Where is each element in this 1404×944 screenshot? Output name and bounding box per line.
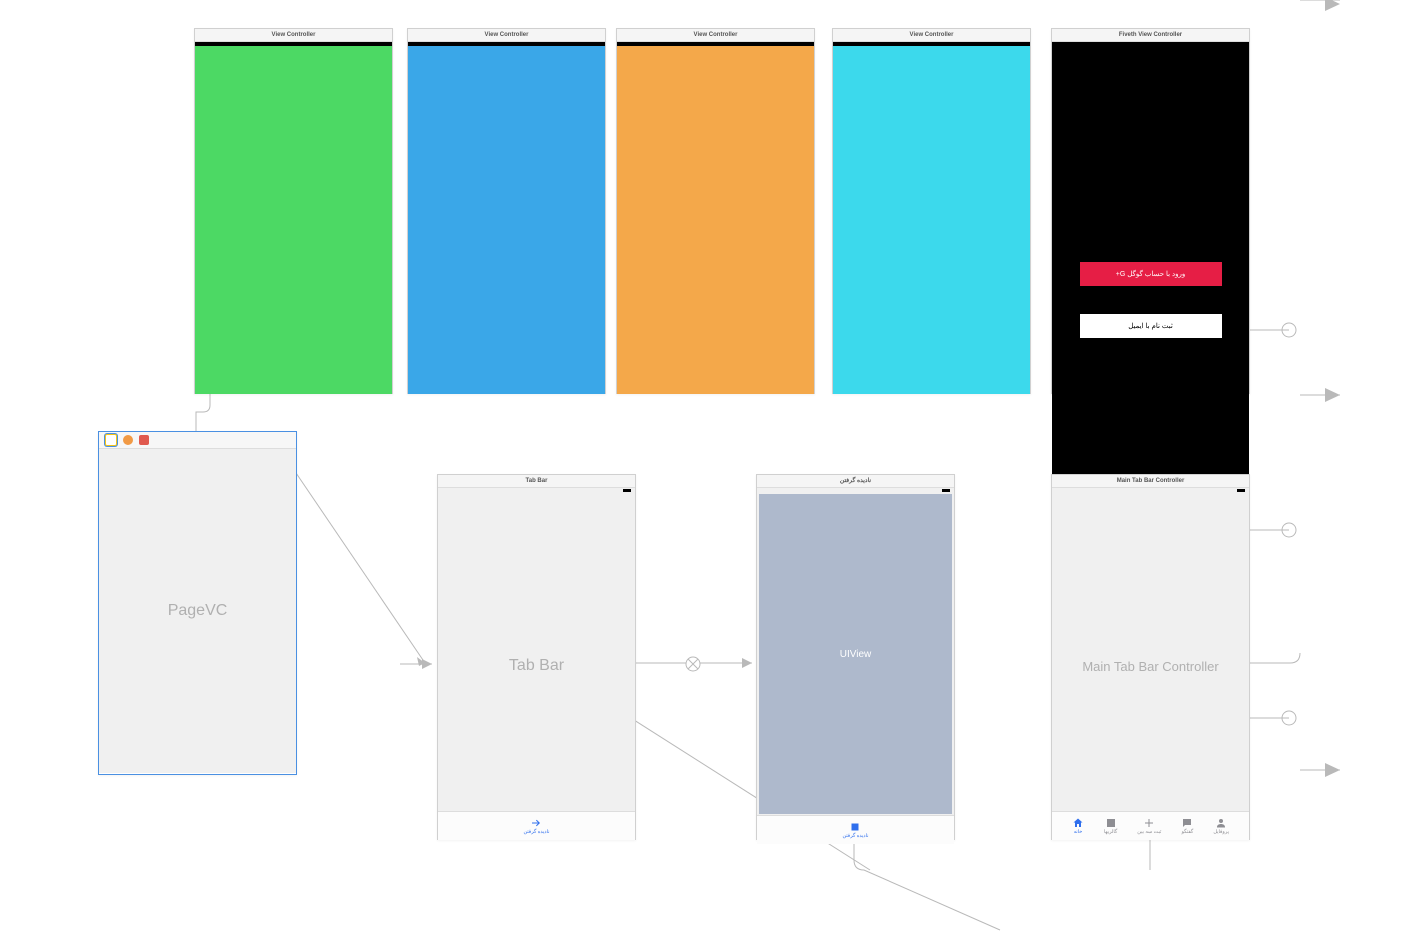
scene-title: Fiveth View Controller — [1052, 29, 1249, 42]
scene-title: View Controller — [195, 29, 392, 42]
scene-title: View Controller — [833, 29, 1030, 42]
google-login-button[interactable]: ورود با حساب گوگل G+ — [1080, 262, 1222, 286]
scene-title: Main Tab Bar Controller — [1052, 475, 1249, 488]
email-signup-button[interactable]: ثبت نام با ایمیل — [1080, 314, 1222, 338]
tab-item-label: خانه — [1074, 829, 1083, 835]
tab-item-gallery[interactable]: گالریها — [1104, 817, 1117, 835]
tab-item-label: گالریها — [1104, 829, 1117, 835]
home-icon — [1072, 817, 1084, 829]
view-cyan — [833, 46, 1030, 394]
main-tab-placeholder: Main Tab Bar Controller — [1052, 492, 1249, 840]
tab-item-plus[interactable]: ثبت سه بین — [1137, 817, 1161, 835]
arrow-right-icon — [530, 817, 542, 829]
scene-title: نادیده گرفتن — [757, 475, 954, 488]
tab-bar: نادیده گرفتن — [757, 815, 954, 844]
pagevc-placeholder: PageVC — [99, 449, 296, 773]
scene-title: View Controller — [617, 29, 814, 42]
tab-item-label: نادیده گرفتن — [523, 829, 549, 835]
scene-title: Tab Bar — [438, 475, 635, 488]
view-controller-scene-3[interactable]: View Controller — [616, 28, 815, 394]
tab-item-profile[interactable]: پروفایل — [1213, 817, 1229, 835]
profile-icon — [1215, 817, 1227, 829]
pagevc-scene[interactable]: PageVC — [98, 431, 297, 775]
tab-bar: خانه گالریها ثبت سه بین گفتگو پروفایل — [1052, 811, 1249, 840]
view-controller-scene-1[interactable]: View Controller — [194, 28, 393, 394]
tab-bar-placeholder: Tab Bar — [438, 492, 635, 840]
plus-icon — [1143, 817, 1155, 829]
uiview-scene[interactable]: نادیده گرفتن UIView نادیده گرفتن — [756, 474, 955, 840]
tab-item-chat[interactable]: گفتگو — [1181, 817, 1193, 835]
tab-bar: نادیده گرفتن — [438, 811, 635, 840]
tab-bar-scene[interactable]: Tab Bar Tab Bar نادیده گرفتن — [437, 474, 636, 840]
login-view: ورود با حساب گوگل G+ ثبت نام با ایمیل — [1052, 46, 1249, 474]
uiview-placeholder: UIView — [759, 494, 952, 814]
scene-selection-header[interactable] — [99, 432, 296, 449]
tab-item-skip[interactable]: نادیده گرفتن — [842, 821, 868, 839]
view-controller-scene-2[interactable]: View Controller — [407, 28, 606, 394]
tab-item-label: نادیده گرفتن — [842, 833, 868, 839]
square-icon — [849, 821, 861, 833]
tab-item-label: گفتگو — [1182, 829, 1194, 835]
storyboard-entry-icon[interactable] — [139, 435, 149, 445]
view-controller-scene-4[interactable]: View Controller — [832, 28, 1031, 394]
view-green — [195, 46, 392, 394]
tab-item-label: پروفایل — [1213, 829, 1229, 835]
tab-item-label: ثبت سه بین — [1137, 829, 1161, 835]
exit-icon[interactable] — [123, 435, 133, 445]
gallery-icon — [1105, 817, 1117, 829]
main-tab-bar-controller-scene[interactable]: Main Tab Bar Controller Main Tab Bar Con… — [1051, 474, 1250, 840]
fifth-view-controller-scene[interactable]: Fiveth View Controller ورود با حساب گوگل… — [1051, 28, 1250, 394]
first-responder-icon[interactable] — [105, 434, 117, 446]
chat-icon — [1181, 817, 1193, 829]
tab-item-skip[interactable]: نادیده گرفتن — [523, 817, 549, 835]
view-blue — [408, 46, 605, 394]
view-orange — [617, 46, 814, 394]
tab-item-home[interactable]: خانه — [1072, 817, 1084, 835]
scene-title: View Controller — [408, 29, 605, 42]
